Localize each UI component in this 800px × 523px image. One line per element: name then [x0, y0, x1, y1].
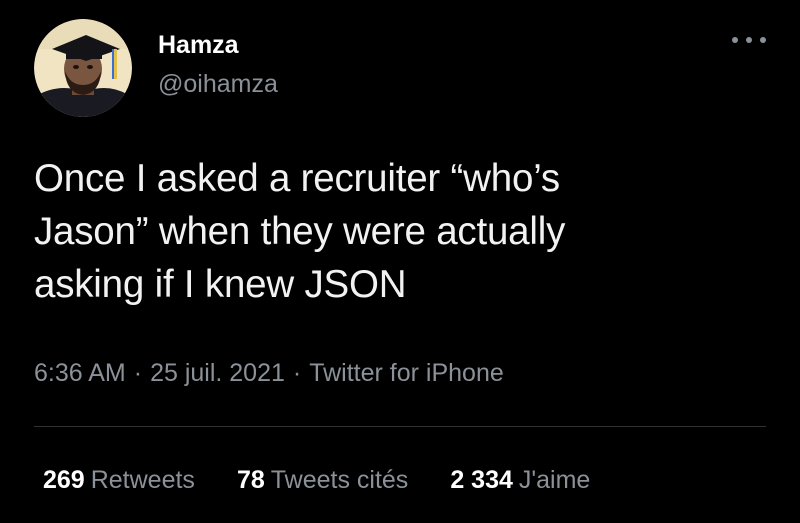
tweet-stats: 269 Retweets 78 Tweets cités 2 334 J'aime [43, 460, 632, 500]
tweet-text-line: Jason” when they were actually [34, 210, 566, 253]
more-dot [732, 37, 738, 43]
more-dot [760, 37, 766, 43]
tweet-time[interactable]: 6:36 AM [34, 359, 126, 387]
tweet-date[interactable]: 25 juil. 2021 [150, 359, 285, 387]
avatar-photo-icon [34, 19, 132, 117]
quotes-label: Tweets cités [270, 466, 409, 494]
tweet-text: Once I asked a recruiter “who’s Jason” w… [34, 152, 754, 311]
tweet-text-line: asking if I knew JSON [34, 263, 407, 306]
tweet-meta: 6:36 AM · 25 juil. 2021 · Twitter for iPhone [34, 353, 504, 393]
author-display-name[interactable]: Hamza [158, 30, 278, 60]
tweet-source[interactable]: Twitter for iPhone [309, 359, 504, 387]
avatar[interactable] [34, 19, 132, 117]
quotes-stat[interactable]: 78 Tweets cités [237, 460, 408, 500]
quotes-count: 78 [236, 466, 265, 494]
likes-count: 2 334 [450, 466, 513, 494]
tweet-card: Hamza @oihamza Once I asked a recruiter … [0, 0, 800, 523]
retweets-stat[interactable]: 269 Retweets [43, 460, 195, 500]
meta-separator: · [292, 359, 302, 387]
author-handle[interactable]: @oihamza [158, 69, 278, 99]
meta-separator: · [133, 359, 143, 387]
author-names: Hamza @oihamza [158, 30, 278, 99]
tweet-text-line: Once I asked a recruiter “who’s [34, 157, 560, 200]
more-options-icon[interactable] [732, 30, 766, 50]
more-dot [746, 37, 752, 43]
likes-label: J'aime [518, 466, 591, 494]
likes-stat[interactable]: 2 334 J'aime [450, 460, 590, 500]
retweets-label: Retweets [90, 466, 195, 494]
tweet-header: Hamza @oihamza [34, 18, 278, 118]
divider [34, 426, 766, 427]
retweets-count: 269 [43, 466, 85, 494]
